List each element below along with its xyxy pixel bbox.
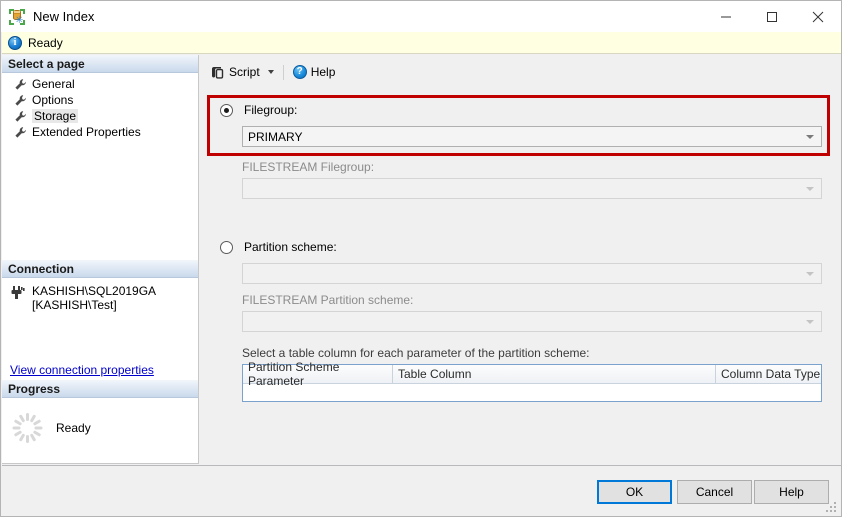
chevron-down-icon bbox=[806, 135, 814, 139]
sidebar-item-general[interactable]: General bbox=[2, 76, 198, 92]
sidebar-item-extended-properties[interactable]: Extended Properties bbox=[2, 124, 198, 140]
partition-parameter-grid[interactable]: Partition Scheme Parameter Table Column … bbox=[242, 364, 822, 402]
chevron-down-icon bbox=[806, 187, 814, 191]
filestream-filegroup-combo[interactable] bbox=[242, 178, 822, 199]
view-connection-properties-link[interactable]: View connection properties bbox=[10, 363, 154, 377]
help-button[interactable]: ? Help bbox=[289, 61, 340, 83]
ok-button[interactable]: OK bbox=[597, 480, 672, 504]
chevron-down-icon bbox=[806, 320, 814, 324]
grid-header-row: Partition Scheme Parameter Table Column … bbox=[243, 365, 821, 384]
connection-server: KASHISH\SQL2019GA bbox=[32, 284, 156, 298]
toolbar: Script ? Help bbox=[206, 61, 339, 83]
info-icon: i bbox=[8, 36, 22, 50]
title-bar: ✳ New Index bbox=[1, 1, 841, 32]
partition-scheme-label: Partition scheme: bbox=[244, 240, 337, 254]
script-label: Script bbox=[229, 65, 260, 79]
filestream-partition-scheme-label: FILESTREAM Partition scheme: bbox=[242, 293, 413, 307]
sidebar: Select a page General Options Storage bbox=[2, 55, 199, 464]
connection-section: Connection KASHISH\SQL2019GA [KASHISH\Te… bbox=[2, 260, 198, 350]
grid-col-partition-scheme-parameter[interactable]: Partition Scheme Parameter bbox=[243, 365, 393, 383]
filestream-filegroup-row: FILESTREAM Filegroup: bbox=[242, 160, 374, 174]
spinner-icon bbox=[12, 413, 42, 443]
sidebar-item-label: Extended Properties bbox=[32, 125, 141, 139]
script-button[interactable]: Script bbox=[206, 61, 278, 83]
progress-text: Ready bbox=[56, 421, 91, 435]
grid-col-table-column[interactable]: Table Column bbox=[393, 365, 716, 383]
grid-col-column-data-type[interactable]: Column Data Type bbox=[716, 365, 821, 383]
help-button-footer[interactable]: Help bbox=[754, 480, 829, 504]
filegroup-combo-value: PRIMARY bbox=[248, 130, 302, 144]
partition-scheme-radio[interactable] bbox=[220, 241, 233, 254]
connection-plug-icon bbox=[10, 285, 26, 301]
minimize-icon[interactable] bbox=[703, 1, 749, 32]
status-strip: i Ready bbox=[2, 32, 841, 54]
filegroup-label: Filegroup: bbox=[244, 103, 297, 117]
maximize-icon[interactable] bbox=[749, 1, 795, 32]
cancel-button[interactable]: Cancel bbox=[677, 480, 752, 504]
filestream-partition-scheme-row: FILESTREAM Partition scheme: bbox=[242, 293, 413, 307]
resize-grip[interactable] bbox=[826, 502, 838, 514]
sidebar-item-label: Storage bbox=[32, 109, 78, 123]
sidebar-item-storage[interactable]: Storage bbox=[2, 108, 198, 124]
wrench-icon bbox=[14, 78, 27, 91]
wrench-icon bbox=[14, 94, 27, 107]
sidebar-item-label: General bbox=[32, 77, 75, 91]
help-question-icon: ? bbox=[293, 65, 307, 79]
select-a-page-header: Select a page bbox=[2, 55, 198, 73]
help-label: Help bbox=[311, 65, 336, 79]
chevron-down-icon[interactable] bbox=[268, 70, 274, 74]
main-panel: Script ? Help Filegroup: PRIMARY FILESTR… bbox=[201, 55, 841, 464]
connection-body: KASHISH\SQL2019GA [KASHISH\Test] bbox=[2, 278, 198, 350]
window-controls bbox=[703, 1, 841, 32]
close-icon[interactable] bbox=[795, 1, 841, 32]
connection-info: KASHISH\SQL2019GA [KASHISH\Test] bbox=[32, 284, 156, 350]
new-index-dialog: ✳ New Index i Ready Select a page bbox=[0, 0, 842, 517]
connection-header: Connection bbox=[2, 260, 198, 278]
progress-body: Ready bbox=[2, 398, 198, 458]
filegroup-radio-row[interactable]: Filegroup: bbox=[220, 103, 297, 117]
progress-header: Progress bbox=[2, 380, 198, 398]
status-text: Ready bbox=[28, 36, 63, 50]
filegroup-combo[interactable]: PRIMARY bbox=[242, 126, 822, 147]
grid-hint-text: Select a table column for each parameter… bbox=[242, 346, 590, 360]
window-title: New Index bbox=[33, 9, 94, 24]
toolbar-separator bbox=[283, 65, 284, 80]
dialog-footer: OK Cancel Help bbox=[2, 465, 841, 516]
script-icon bbox=[210, 65, 225, 80]
page-list: General Options Storage Extended Propert… bbox=[2, 73, 198, 140]
chevron-down-icon bbox=[806, 272, 814, 276]
progress-section: Progress Ready bbox=[2, 380, 198, 458]
filestream-partition-scheme-combo[interactable] bbox=[242, 311, 822, 332]
filestream-filegroup-label: FILESTREAM Filegroup: bbox=[242, 160, 374, 174]
wrench-icon bbox=[14, 110, 27, 123]
wrench-icon bbox=[14, 126, 27, 139]
partition-scheme-radio-row[interactable]: Partition scheme: bbox=[220, 240, 337, 254]
new-index-icon: ✳ bbox=[9, 9, 25, 25]
sidebar-item-label: Options bbox=[32, 93, 73, 107]
sidebar-item-options[interactable]: Options bbox=[2, 92, 198, 108]
filegroup-radio[interactable] bbox=[220, 104, 233, 117]
partition-scheme-combo[interactable] bbox=[242, 263, 822, 284]
connection-user: [KASHISH\Test] bbox=[32, 298, 156, 312]
